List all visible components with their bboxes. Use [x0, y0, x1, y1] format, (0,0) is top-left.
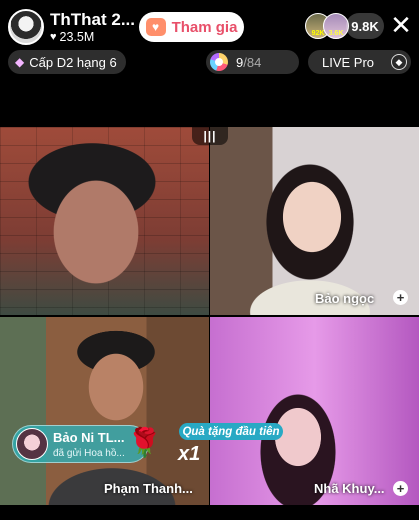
host-likes-count: 23.5M [59, 29, 95, 44]
host-info: ThThat 2... ♥ 23.5M [50, 11, 135, 44]
gift-multiplier: x1 [178, 443, 201, 465]
grid-layout-handle[interactable]: ||| [192, 127, 228, 145]
gift-sender-name: Bảo Ni TL... [53, 430, 125, 445]
live-pro-badge[interactable]: LIVE Pro ◆ [308, 50, 411, 74]
guest-name: Bảo ngọc [315, 291, 375, 306]
gift-sender-avatar [16, 428, 48, 460]
goal-progress[interactable]: 9/84 [206, 50, 299, 74]
goal-ring-icon [210, 53, 228, 71]
first-gift-badge: Quà tặng đầu tiên [179, 423, 283, 440]
join-label: Tham gia [171, 18, 238, 36]
video-tile-guest-1[interactable] [210, 127, 419, 315]
rose-icon: 🌹 [127, 427, 162, 458]
guest-name: Nhã Khuy... [314, 481, 385, 496]
host-likes: ♥ 23.5M [50, 31, 135, 44]
follow-add-icon[interactable]: + [393, 481, 408, 496]
join-button[interactable]: ♥ Tham gia [139, 12, 244, 42]
video-tile-guest-3[interactable] [210, 317, 419, 505]
level-badge[interactable]: ◆ Cấp D2 hạng 6 [8, 50, 126, 74]
diamond-icon: ◆ [15, 55, 25, 69]
gift-message: đã gửi Hoa hồ... [53, 448, 125, 459]
pro-icon: ◆ [391, 54, 407, 70]
goal-total: /84 [243, 54, 262, 70]
goal-count: 9/84 [236, 55, 261, 70]
host-name: ThThat 2... [50, 9, 135, 29]
viewer-count[interactable]: 9.8K [346, 13, 384, 39]
video-tile-host[interactable] [0, 127, 209, 315]
video-tile-guest-2[interactable] [0, 317, 209, 505]
host-avatar[interactable] [8, 9, 44, 45]
top-viewers[interactable]: 92K 3.6K [305, 13, 349, 39]
close-icon[interactable]: ✕ [388, 10, 414, 40]
host-profile[interactable]: ThThat 2... ♥ 23.5M [8, 8, 135, 46]
join-icon: ♥ [145, 18, 166, 36]
live-pro-label: LIVE Pro [322, 54, 375, 70]
follow-add-icon[interactable]: + [393, 290, 408, 305]
heart-icon: ♥ [50, 30, 57, 43]
guest-name: Phạm Thanh... [104, 481, 193, 496]
level-label: Cấp D2 hạng 6 [29, 54, 117, 70]
